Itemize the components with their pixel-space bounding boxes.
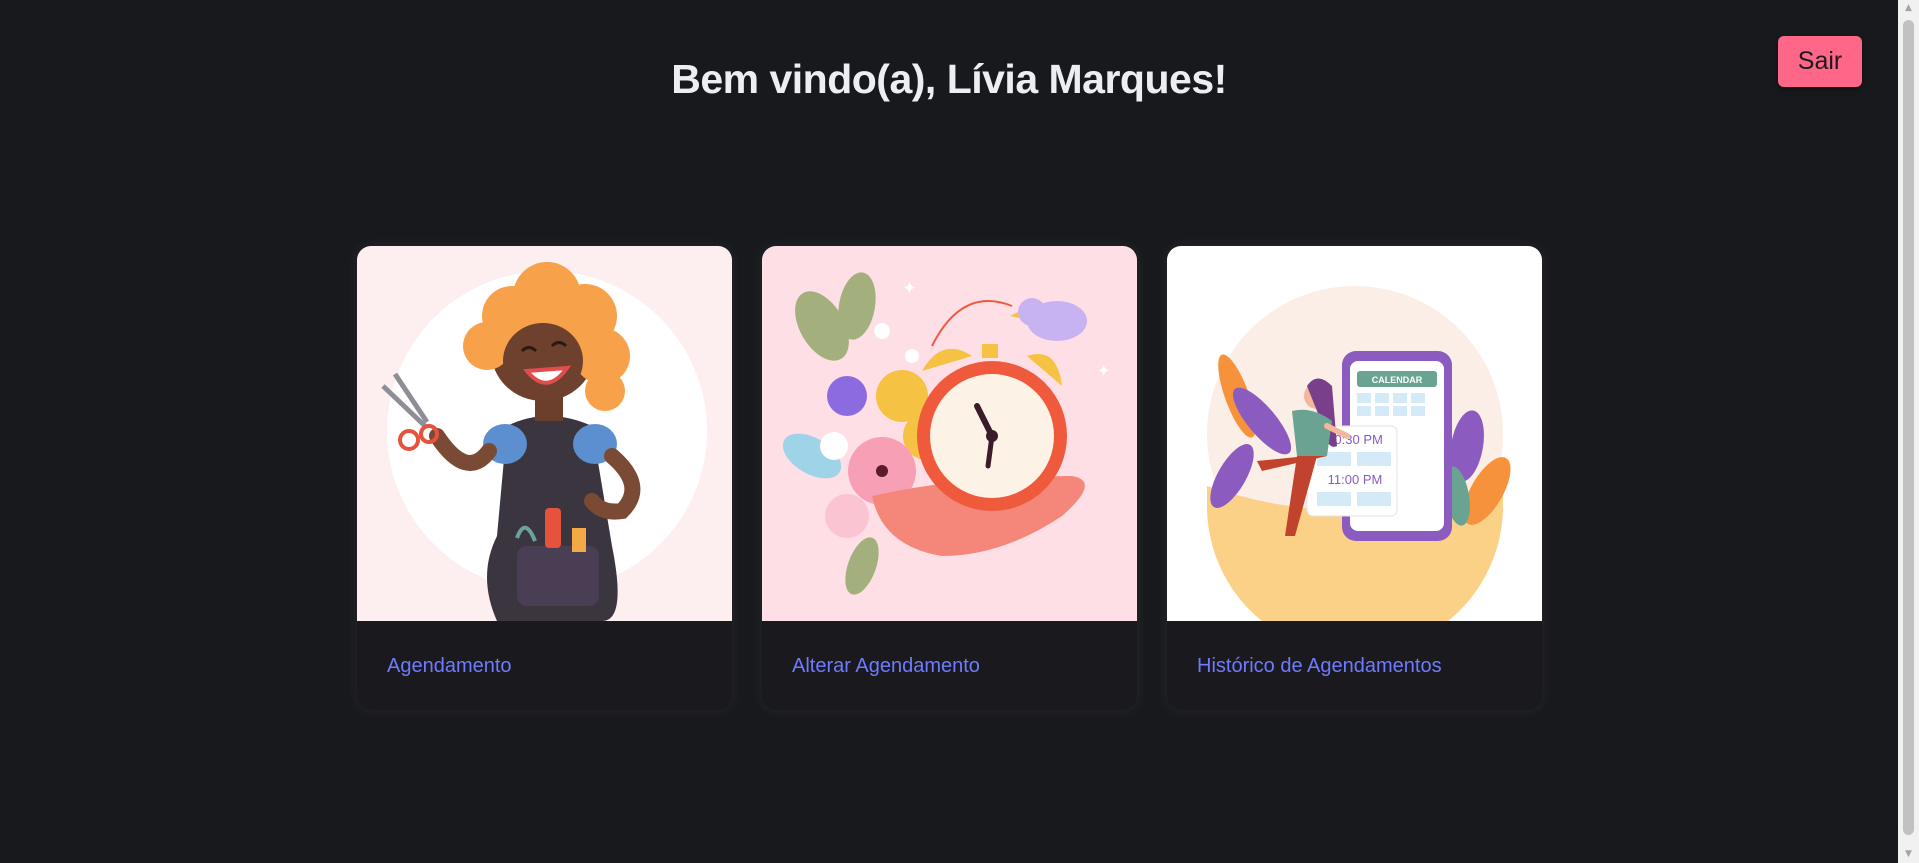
page-title: Bem vindo(a), Lívia Marques! <box>671 56 1227 102</box>
calendar-time-2: 11:00 PM <box>1328 472 1383 487</box>
scroll-thumb[interactable] <box>1903 20 1914 835</box>
calendar-phone-illustration: CALENDAR 10:30 PM 11:00 PM <box>1167 246 1542 621</box>
menu-cards: Agendamento ✦ ✦ Alterar Agendamento CALE… <box>357 246 1542 710</box>
vertical-scrollbar[interactable]: ▲ ▼ <box>1898 0 1919 863</box>
scroll-down-icon[interactable]: ▼ <box>1898 846 1919 863</box>
svg-text:✦: ✦ <box>902 278 917 299</box>
scroll-up-icon[interactable]: ▲ <box>1898 0 1919 17</box>
alarm-clock-flowers-illustration: ✦ ✦ <box>762 246 1137 621</box>
hairdresser-illustration <box>357 246 732 621</box>
card-historico-agendamentos-label[interactable]: Histórico de Agendamentos <box>1167 621 1542 710</box>
card-agendamento[interactable]: Agendamento <box>357 246 732 710</box>
calendar-header-text: CALENDAR <box>1372 375 1423 385</box>
card-alterar-agendamento-label[interactable]: Alterar Agendamento <box>762 621 1137 710</box>
card-agendamento-label[interactable]: Agendamento <box>357 621 732 710</box>
card-historico-agendamentos[interactable]: CALENDAR 10:30 PM 11:00 PM Histórico de … <box>1167 246 1542 710</box>
svg-text:✦: ✦ <box>1097 361 1110 380</box>
logout-button[interactable]: Sair <box>1778 36 1862 87</box>
card-alterar-agendamento[interactable]: ✦ ✦ Alterar Agendamento <box>762 246 1137 710</box>
